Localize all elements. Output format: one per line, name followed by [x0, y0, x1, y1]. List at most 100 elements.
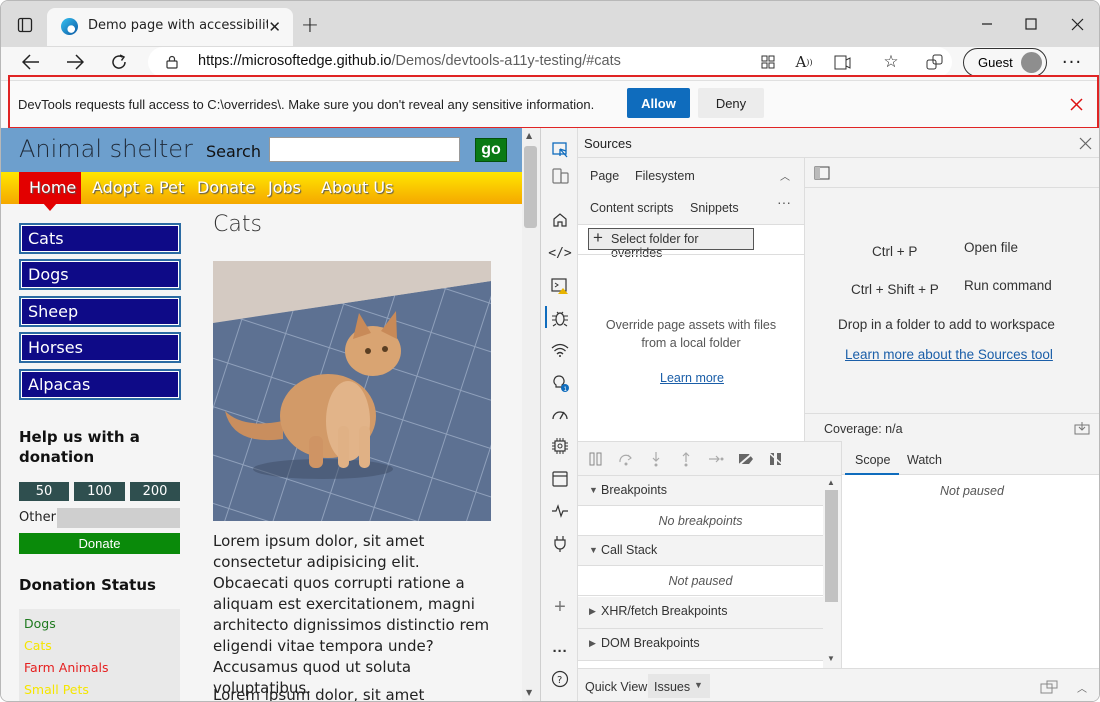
- inspect-icon[interactable]: [549, 139, 571, 161]
- scroll-down-icon[interactable]: ▼: [526, 688, 532, 697]
- scroll-up-icon[interactable]: ▲: [526, 131, 532, 140]
- new-tab-icon[interactable]: +: [299, 13, 321, 38]
- select-folder-button[interactable]: + Select folder for overrides: [588, 228, 754, 260]
- read-aloud-icon[interactable]: A)): [794, 52, 814, 72]
- performance-gauge-icon[interactable]: [549, 403, 571, 425]
- lock-icon[interactable]: [165, 54, 179, 70]
- deny-button[interactable]: Deny: [698, 88, 764, 118]
- step-icon[interactable]: [707, 450, 725, 468]
- memory-chip-icon[interactable]: [549, 435, 571, 457]
- apps-icon[interactable]: [759, 53, 777, 71]
- amount-200-button[interactable]: 200: [130, 482, 180, 501]
- call-stack-empty: Not paused: [578, 566, 823, 596]
- help-icon[interactable]: ?: [549, 668, 571, 690]
- add-tool-icon[interactable]: +: [549, 596, 571, 618]
- reader-view-icon[interactable]: [832, 52, 852, 72]
- forward-icon[interactable]: [64, 51, 86, 73]
- learn-sources-link[interactable]: Learn more about the Sources tool: [845, 347, 1053, 362]
- close-devtools-icon[interactable]: [1075, 133, 1095, 153]
- go-button[interactable]: go: [475, 138, 507, 162]
- step-into-icon[interactable]: [647, 450, 665, 468]
- page-scroll-thumb[interactable]: [524, 146, 537, 228]
- deactivate-breakpoints-icon[interactable]: [737, 450, 755, 468]
- chevron-up-icon[interactable]: ︿: [1073, 678, 1091, 696]
- close-tab-icon[interactable]: ✕: [268, 18, 281, 36]
- tab-actions-icon[interactable]: [15, 15, 35, 35]
- search-input[interactable]: [269, 137, 460, 162]
- nav-jobs[interactable]: Jobs: [268, 178, 301, 197]
- nav-about[interactable]: About Us: [321, 178, 393, 197]
- quick-view-select[interactable]: Issues ▼: [648, 674, 710, 698]
- refresh-icon[interactable]: [108, 51, 130, 73]
- step-over-icon[interactable]: [617, 450, 635, 468]
- console-icon[interactable]: [549, 275, 571, 297]
- application-window-icon[interactable]: [549, 468, 571, 490]
- web-page-viewport: Animal shelter Search go Home Adopt a Pe…: [1, 128, 540, 701]
- tab-filesystem[interactable]: Filesystem: [635, 169, 695, 183]
- welcome-home-icon[interactable]: [549, 209, 571, 231]
- close-infobar-icon[interactable]: [1065, 93, 1087, 115]
- amount-50-button[interactable]: 50: [19, 482, 69, 501]
- tab-watch[interactable]: Watch: [907, 453, 942, 467]
- favorites-icon[interactable]: ☆: [881, 52, 901, 72]
- animal-link-cats[interactable]: Cats: [19, 223, 181, 254]
- tab-page[interactable]: Page: [590, 169, 619, 183]
- sources-bug-icon[interactable]: [549, 307, 571, 329]
- nav-adopt[interactable]: Adopt a Pet: [92, 178, 184, 197]
- browser-tab[interactable]: Demo page with accessibility issu ✕: [47, 8, 293, 46]
- animal-link-sheep[interactable]: Sheep: [19, 296, 181, 327]
- performance-pulse-icon[interactable]: [549, 500, 571, 522]
- dom-breakpoints-section-header[interactable]: ▶ DOM Breakpoints: [578, 629, 823, 661]
- tab-content-scripts[interactable]: Content scripts: [590, 201, 673, 215]
- devtools-access-infobar: DevTools requests full access to C:\over…: [1, 80, 1099, 127]
- more-tabs-icon[interactable]: ···: [777, 194, 791, 210]
- more-menu-icon[interactable]: ···: [1061, 51, 1083, 73]
- xhr-breakpoints-section-header[interactable]: ▶ XHR/fetch Breakpoints: [578, 597, 823, 629]
- other-amount-input[interactable]: [57, 508, 180, 528]
- profile-button[interactable]: Guest: [963, 48, 1047, 77]
- tab-scope[interactable]: Scope: [855, 453, 890, 467]
- issues-lightbulb-icon[interactable]: 1: [549, 372, 571, 394]
- animal-link-alpacas[interactable]: Alpacas: [19, 369, 181, 400]
- donate-button[interactable]: Donate: [19, 533, 180, 554]
- minimize-icon[interactable]: [976, 13, 998, 35]
- scroll-up-icon[interactable]: ▲: [827, 478, 835, 487]
- step-out-icon[interactable]: [677, 450, 695, 468]
- address-bar[interactable]: https://microsoftedge.github.io/Demos/de…: [148, 47, 952, 77]
- coverage-download-icon[interactable]: [1073, 419, 1091, 437]
- maximize-icon[interactable]: [1020, 13, 1042, 35]
- call-stack-section-header[interactable]: ▼ Call Stack: [578, 536, 823, 566]
- sidebar-scroll-thumb[interactable]: [825, 490, 838, 602]
- scroll-down-icon[interactable]: ▼: [827, 654, 835, 663]
- status-farm-animals: Farm Animals: [24, 660, 109, 675]
- elements-code-icon[interactable]: </>: [548, 242, 571, 264]
- dock-icon[interactable]: [1039, 678, 1059, 696]
- more-tools-icon[interactable]: ···: [549, 640, 571, 662]
- toggle-navigator-icon[interactable]: [813, 164, 831, 182]
- allow-button[interactable]: Allow: [627, 88, 690, 118]
- learn-more-link[interactable]: Learn more: [660, 371, 724, 385]
- sidebar-scrollbar[interactable]: ▲ ▼: [823, 476, 841, 668]
- animal-link-dogs[interactable]: Dogs: [19, 259, 181, 290]
- nav-donate[interactable]: Donate: [197, 178, 255, 197]
- tab-snippets[interactable]: Snippets: [690, 201, 739, 215]
- sources-navigator: Page Filesystem ︿ Content scripts Snippe…: [578, 158, 805, 441]
- amount-100-button[interactable]: 100: [74, 482, 125, 501]
- animal-link-horses[interactable]: Horses: [19, 332, 181, 363]
- close-window-icon[interactable]: [1066, 13, 1088, 35]
- active-tool-indicator: [545, 306, 547, 328]
- pause-on-exceptions-icon[interactable]: [767, 450, 785, 468]
- chevron-up-icon[interactable]: ︿: [780, 168, 790, 183]
- quick-view-value: Issues: [654, 680, 691, 694]
- collapsed-arrow-icon: ▶: [589, 606, 596, 616]
- network-wifi-icon[interactable]: [549, 339, 571, 361]
- nav-home[interactable]: Home: [29, 178, 76, 197]
- site-brand[interactable]: Animal shelter: [19, 135, 193, 163]
- pause-icon[interactable]: [587, 450, 605, 468]
- collections-icon[interactable]: [924, 52, 944, 72]
- breakpoints-section-header[interactable]: ▼ Breakpoints: [578, 476, 823, 506]
- device-emulation-icon[interactable]: [549, 165, 571, 187]
- plug-icon[interactable]: [549, 533, 571, 555]
- coverage-bar: Coverage: n/a: [805, 413, 1099, 441]
- back-icon[interactable]: [20, 51, 42, 73]
